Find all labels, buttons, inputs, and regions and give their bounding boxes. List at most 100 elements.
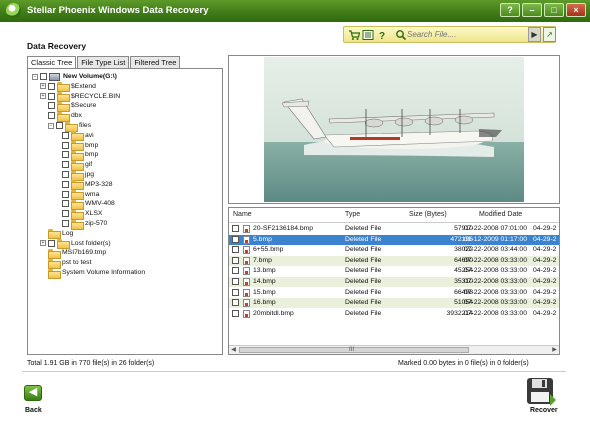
tree-item[interactable]: avi [62,131,94,142]
tree-checkbox[interactable] [62,131,69,139]
search-go-button[interactable]: ▶ [528,27,541,42]
tree-checkbox[interactable] [62,151,69,159]
collapse-icon[interactable]: − [48,122,54,129]
folder-icon [57,111,70,122]
cell-type: Deleted File [345,235,382,243]
tree-item[interactable]: gif [62,160,92,171]
table-row[interactable]: 20-SF2136184.bmp Deleted File 57910 07-22-2… [229,224,559,234]
row-checkbox[interactable] [232,278,239,285]
maximize-button[interactable]: □ [544,3,564,17]
tree-checkbox[interactable] [62,190,69,198]
tree-checkbox[interactable] [48,239,55,247]
window-controls: ? – □ × [500,3,586,17]
column-header-size[interactable]: Size (Bytes) [409,208,447,222]
tree-checkbox[interactable] [56,122,63,129]
tree-item[interactable]: − files [48,121,91,132]
table-row[interactable]: 5.bmp Deleted File 472196 01-12-2009 01:17:… [229,234,559,245]
search-input[interactable] [407,28,527,41]
tree-item[interactable]: zip-570 [62,219,107,230]
tree-item[interactable]: dbx [48,111,82,122]
cart-icon[interactable] [348,29,361,41]
folder-icon [71,141,84,152]
tree-checkbox[interactable] [62,161,69,169]
tree-item[interactable]: jpg [62,170,95,181]
row-checkbox[interactable] [232,299,239,307]
cell-extra: 04-29-2 [533,246,557,254]
cell-name: 16.bmp [253,299,276,307]
tree-checkbox[interactable] [62,210,69,218]
tree-checkbox[interactable] [62,141,69,149]
expand-icon[interactable]: + [40,240,46,247]
table-row[interactable]: 20mbitdl.bmp Deleted File 3932214 07-22-200… [229,309,559,319]
table-row[interactable]: 14.bmp Deleted File 35310 07-22-2008 03:33:… [229,277,559,287]
scroll-left-arrow-icon[interactable]: ◀ [229,346,238,354]
help-icon[interactable]: ? [376,29,388,42]
horizontal-scrollbar[interactable]: ◀ III ▶ [229,345,559,354]
minimize-button[interactable]: – [522,3,542,17]
tab-file-type-list[interactable]: File Type List [77,56,130,68]
tree-checkbox[interactable] [48,102,55,110]
bitmap-file-icon [243,309,250,318]
tree-item[interactable]: XLSX [62,209,102,220]
cell-extra: 04-29-2 [533,256,557,264]
scroll-right-arrow-icon[interactable]: ▶ [550,346,559,354]
table-row[interactable]: 6+55.bmp Deleted File 38022 07-22-2008 03:4… [229,245,559,255]
bottom-divider [22,371,566,372]
row-checkbox[interactable] [232,235,239,243]
cell-name: 6+55.bmp [253,246,284,254]
list-icon[interactable] [362,29,374,41]
export-icon[interactable]: ↗ [543,27,556,42]
table-row[interactable]: 13.bmp Deleted File 45254 07-22-2008 03:33:… [229,266,559,276]
tree-checkbox[interactable] [62,180,69,188]
tree-item-label: jpg [85,171,95,178]
back-button[interactable]: ◀ [24,385,42,401]
tree-item[interactable]: bmp [62,141,98,152]
row-checkbox[interactable] [232,256,239,264]
expand-icon[interactable]: + [40,83,46,90]
tree-item[interactable]: + Lost folder(s) [40,239,111,250]
tree-checkbox[interactable] [62,220,69,227]
tree-item[interactable]: wma [62,190,100,201]
tree-item[interactable]: System Volume Information [48,268,145,279]
cell-modified: 01-12-2009 01:17:00 [463,235,527,243]
tree-item[interactable]: $Secure [48,101,96,112]
tree-checkbox[interactable] [40,73,47,80]
tree-item[interactable]: + $RECYCLE.BIN [40,92,120,103]
row-checkbox[interactable] [232,267,239,275]
tree-item[interactable]: MP3-328 [62,180,113,191]
row-checkbox[interactable] [232,225,239,232]
tree-item[interactable]: MSI7b169.tmp [48,248,106,259]
table-row[interactable]: 15.bmp Deleted File 66498 07-22-2008 03:33:… [229,288,559,298]
tree-item[interactable]: WMV-408 [62,199,115,210]
floppy-disk-icon [527,378,556,406]
tree-item[interactable]: bmp [62,150,98,161]
expand-icon[interactable]: + [40,93,46,100]
column-header-type[interactable]: Type [345,208,360,222]
cell-type: Deleted File [345,288,382,296]
tree-item[interactable]: − New Volume(G:\) [32,72,117,81]
column-header-modified[interactable]: Modified Date [479,208,522,222]
recover-button[interactable] [524,376,558,408]
tab-classic-tree[interactable]: Classic Tree [27,56,77,68]
tree-checkbox[interactable] [62,200,69,208]
tree-item[interactable]: pst to test [48,258,91,269]
tree-checkbox[interactable] [48,82,55,90]
tab-filtered-tree[interactable]: Filtered Tree [130,56,181,68]
tree-checkbox[interactable] [48,92,55,100]
row-checkbox[interactable] [232,246,239,254]
tree-item-label: wma [85,190,100,198]
tree-checkbox[interactable] [48,112,55,120]
row-checkbox[interactable] [232,288,239,296]
tree-item[interactable]: + $Extend [40,82,96,93]
close-button[interactable]: × [566,3,586,17]
column-header-name[interactable]: Name [233,208,252,222]
table-row[interactable]: 16.bmp Deleted File 51054 07-22-2008 03:33:… [229,298,559,309]
cell-modified: 07-22-2008 03:33:00 [463,267,527,275]
cell-name: 15.bmp [253,288,276,296]
tree-item[interactable]: Log [48,229,73,240]
help-window-button[interactable]: ? [500,3,520,17]
row-checkbox[interactable] [232,309,239,317]
table-row[interactable]: 7.bmp Deleted File 64690 07-22-2008 03:33:0… [229,255,559,266]
tree-checkbox[interactable] [62,171,69,178]
collapse-icon[interactable]: − [32,73,38,80]
